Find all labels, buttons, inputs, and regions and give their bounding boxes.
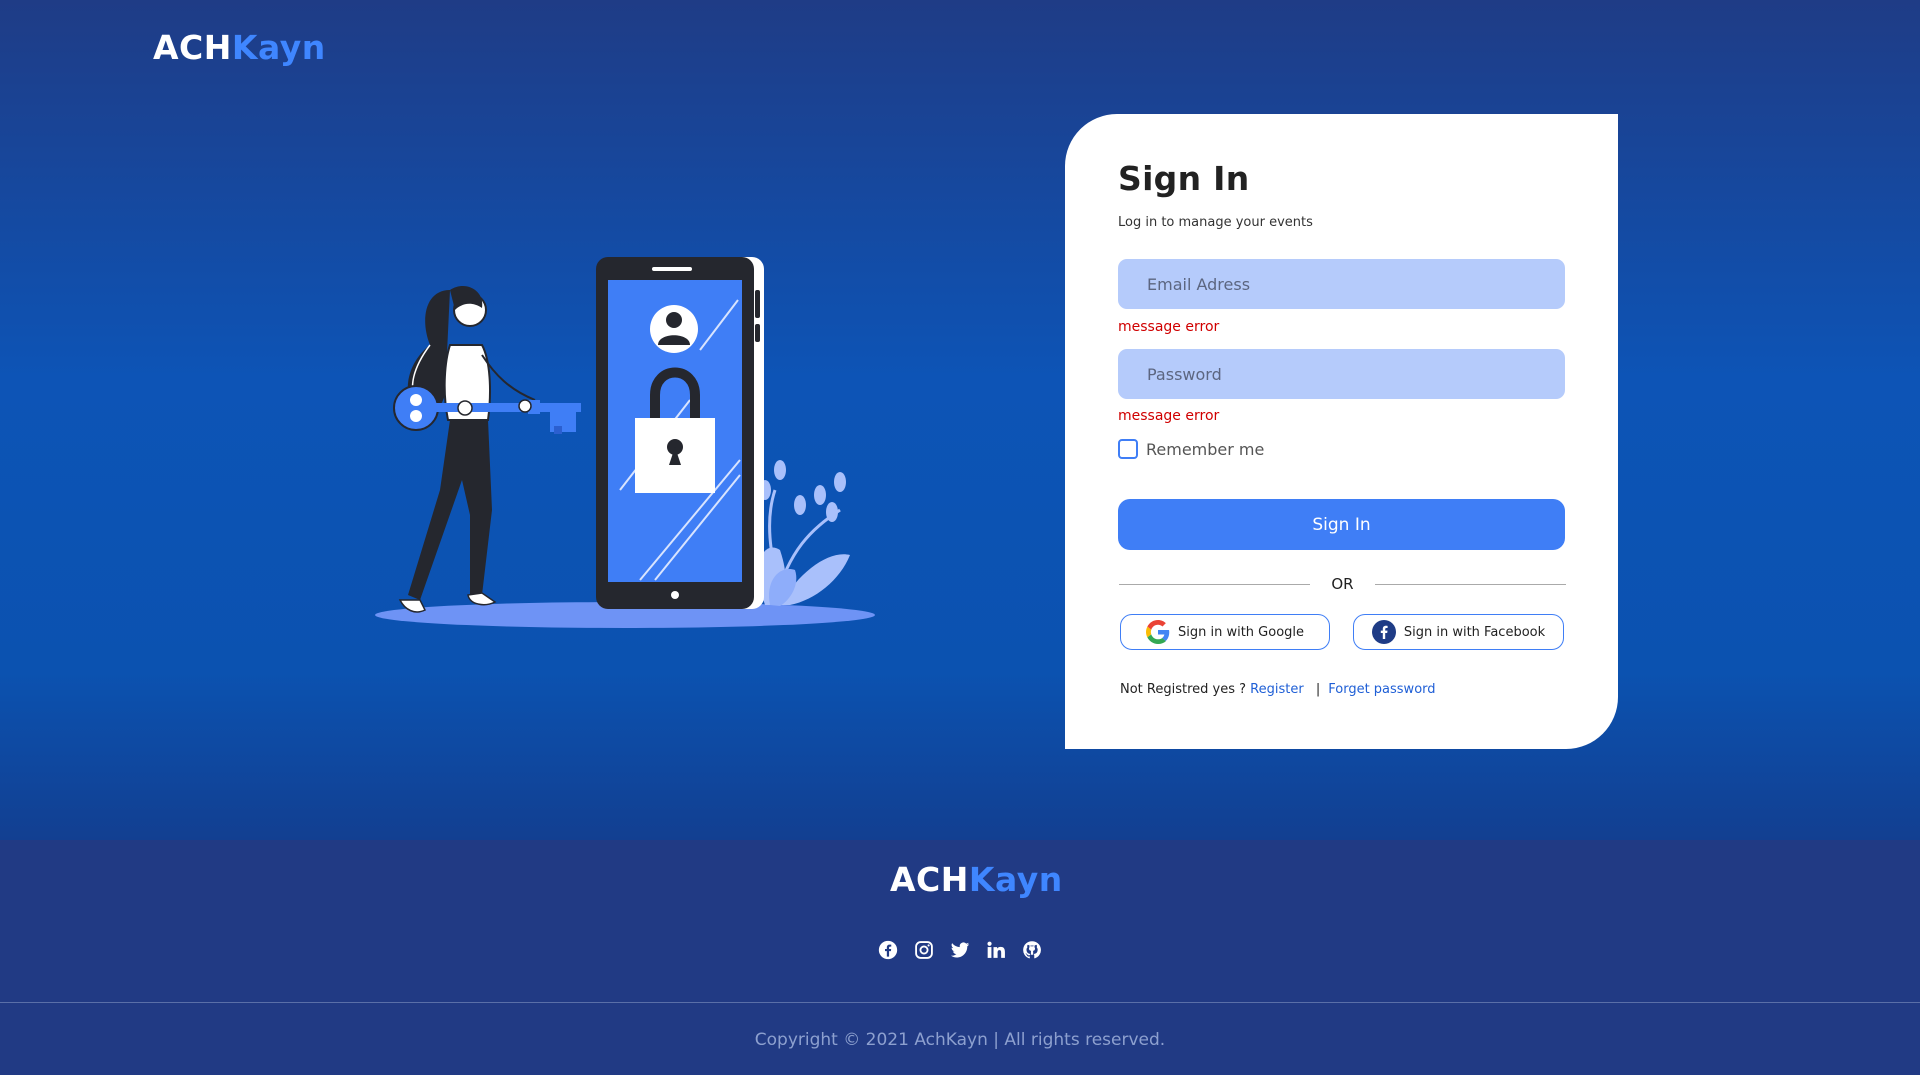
sign-in-button[interactable]: Sign In bbox=[1118, 499, 1565, 550]
facebook-label: Sign in with Facebook bbox=[1403, 624, 1546, 640]
github-icon[interactable] bbox=[1022, 940, 1042, 960]
register-link[interactable]: Register bbox=[1250, 682, 1304, 697]
email-field[interactable] bbox=[1118, 259, 1565, 309]
sign-in-card: Sign In Log in to manage your events mes… bbox=[1065, 114, 1618, 749]
facebook-icon[interactable] bbox=[878, 940, 898, 960]
copyright-text: Copyright © 2021 AchKayn | All rights re… bbox=[754, 1030, 1166, 1050]
hero-section: ACHKayn Sign In Log in to manage your ev… bbox=[0, 0, 1920, 840]
or-divider: OR bbox=[1119, 574, 1566, 594]
divider-line-right bbox=[1375, 584, 1566, 585]
brand-logo[interactable]: ACHKayn bbox=[153, 28, 326, 67]
security-illustration bbox=[375, 257, 875, 628]
linkedin-icon[interactable] bbox=[986, 940, 1006, 960]
footer-brand-part-1: ACH bbox=[890, 860, 969, 899]
plant bbox=[758, 460, 850, 606]
facebook-icon bbox=[1371, 620, 1396, 644]
password-field[interactable] bbox=[1118, 349, 1565, 399]
password-error: message error bbox=[1118, 408, 1220, 424]
remember-me[interactable]: Remember me bbox=[1118, 439, 1264, 459]
footer-brand-logo[interactable]: ACHKayn bbox=[890, 860, 1063, 899]
instagram-icon[interactable] bbox=[914, 940, 934, 960]
link-separator: | bbox=[1315, 682, 1321, 697]
forget-password-link[interactable]: Forget password bbox=[1328, 682, 1435, 697]
subtitle: Log in to manage your events bbox=[1118, 215, 1313, 230]
facebook-sign-in-button[interactable]: Sign in with Facebook bbox=[1353, 614, 1564, 650]
footer-brand-part-2: Kayn bbox=[968, 860, 1063, 899]
phone bbox=[596, 257, 764, 609]
not-registered-text: Not Registred yes ? bbox=[1120, 682, 1247, 697]
woman-with-key bbox=[393, 286, 581, 613]
footer-divider bbox=[0, 1002, 1920, 1003]
remember-checkbox[interactable] bbox=[1118, 439, 1138, 459]
brand-part-1: ACH bbox=[153, 28, 232, 67]
twitter-icon[interactable] bbox=[950, 940, 970, 960]
google-sign-in-button[interactable]: Sign in with Google bbox=[1120, 614, 1330, 650]
brand-part-2: Kayn bbox=[231, 28, 326, 67]
remember-label: Remember me bbox=[1146, 439, 1265, 459]
account-links: Not Registred yes ? Register | Forget pas… bbox=[1120, 682, 1436, 697]
google-label: Sign in with Google bbox=[1177, 624, 1305, 640]
footer: ACHKayn Copyright © 2021 AchKayn | All r… bbox=[0, 840, 1920, 1075]
email-error: message error bbox=[1118, 319, 1220, 335]
google-icon bbox=[1145, 620, 1170, 644]
social-links bbox=[878, 940, 1042, 960]
page-title: Sign In bbox=[1118, 159, 1250, 198]
